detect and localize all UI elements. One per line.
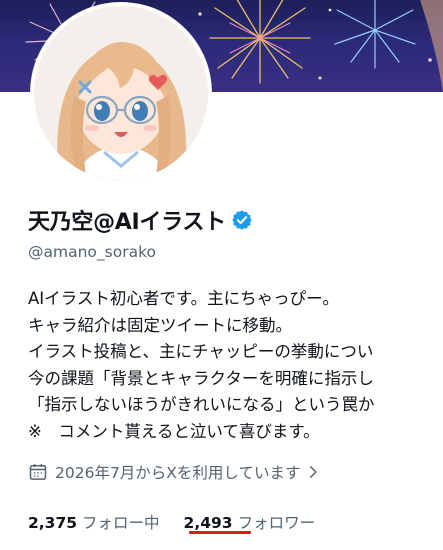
- avatar[interactable]: [34, 6, 208, 180]
- followers-link[interactable]: 2,493 フォロワー: [184, 511, 316, 533]
- profile-bio: AIイラスト初心者です。主にちゃっぴー。 キャラ紹介は固定ツイートに移動。 イラ…: [28, 286, 443, 445]
- verified-badge-icon[interactable]: [231, 209, 253, 231]
- display-name: 天乃空@AIイラスト: [28, 210, 226, 235]
- following-label: フォロー中: [82, 514, 160, 532]
- profile-name-row: 天乃空@AIイラスト: [28, 203, 253, 237]
- avatar-illustration: [34, 6, 208, 180]
- follow-stats: 2,375 フォロー中 2,493 フォロワー: [28, 509, 315, 535]
- user-handle: @amano_sorako: [28, 243, 156, 261]
- bio-line: キャラ紹介は固定ツイートに移動。: [28, 315, 292, 335]
- bio-line: イラスト投稿と、主にチャッピーの挙動につい: [28, 342, 374, 361]
- bio-line: 「指示しないほうがきれいになる」という罠か: [28, 395, 375, 414]
- followers-count: 2,493: [183, 514, 233, 532]
- join-date-row[interactable]: 2026年7月からXを利用しています: [28, 459, 320, 485]
- join-date-text: 2026年7月からXを利用しています: [55, 464, 301, 482]
- followers-highlight-underline: [189, 531, 251, 534]
- bio-line: ※ コメント貰えると泣いて喜びます。: [28, 421, 320, 441]
- following-link[interactable]: 2,375 フォロー中: [28, 511, 160, 533]
- bio-line: AIイラスト初心者です。主にちゃっぴー。: [28, 289, 340, 308]
- followers-label: フォロワー: [237, 514, 316, 532]
- following-count: 2,375: [28, 514, 78, 532]
- calendar-icon: [28, 462, 48, 482]
- chevron-right-icon: [306, 465, 320, 479]
- bio-line: 今の課題「背景とキャラクターを明確に指示し: [28, 368, 374, 388]
- avatar-frame[interactable]: [30, 2, 212, 184]
